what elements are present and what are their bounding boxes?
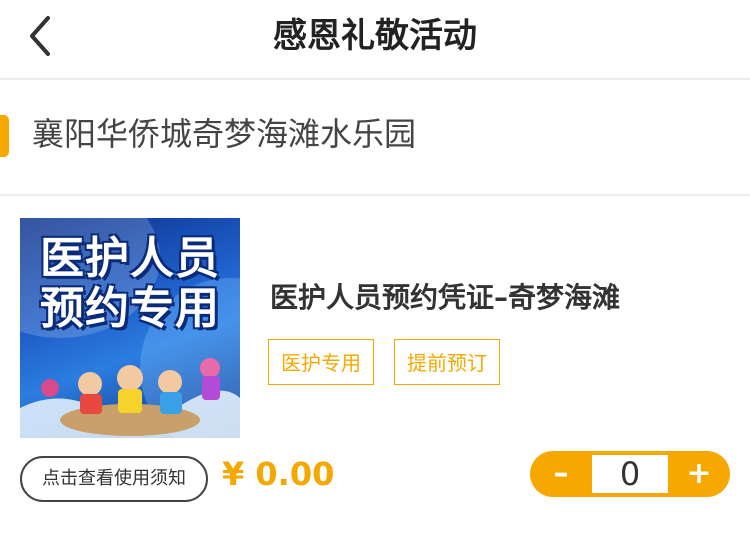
decrement-button[interactable]: –	[530, 451, 592, 497]
quantity-stepper: – +	[530, 451, 730, 497]
venue-name: 襄阳华侨城奇梦海滩水乐园	[32, 115, 417, 153]
top-bar: 感恩礼敬活动	[0, 0, 750, 80]
product-image-text-line2: 预约专用	[40, 283, 220, 334]
product-image[interactable]: 医护人员 预约专用	[20, 218, 240, 438]
price-label: ¥ 0.00	[222, 455, 335, 493]
rafting-people-illustration	[20, 358, 240, 438]
increment-button[interactable]: +	[668, 451, 730, 497]
usage-notice-button[interactable]: 点击查看使用须知	[20, 456, 208, 502]
venue-accent-bar	[0, 115, 9, 157]
tag-advance-booking: 提前预订	[394, 339, 500, 385]
tag-medical-only: 医护专用	[268, 339, 374, 385]
page-title: 感恩礼敬活动	[273, 16, 477, 56]
product-title[interactable]: 医护人员预约凭证–奇梦海滩	[270, 278, 620, 318]
product-image-text-line1: 医护人员	[40, 233, 220, 284]
quantity-input[interactable]	[592, 455, 668, 493]
